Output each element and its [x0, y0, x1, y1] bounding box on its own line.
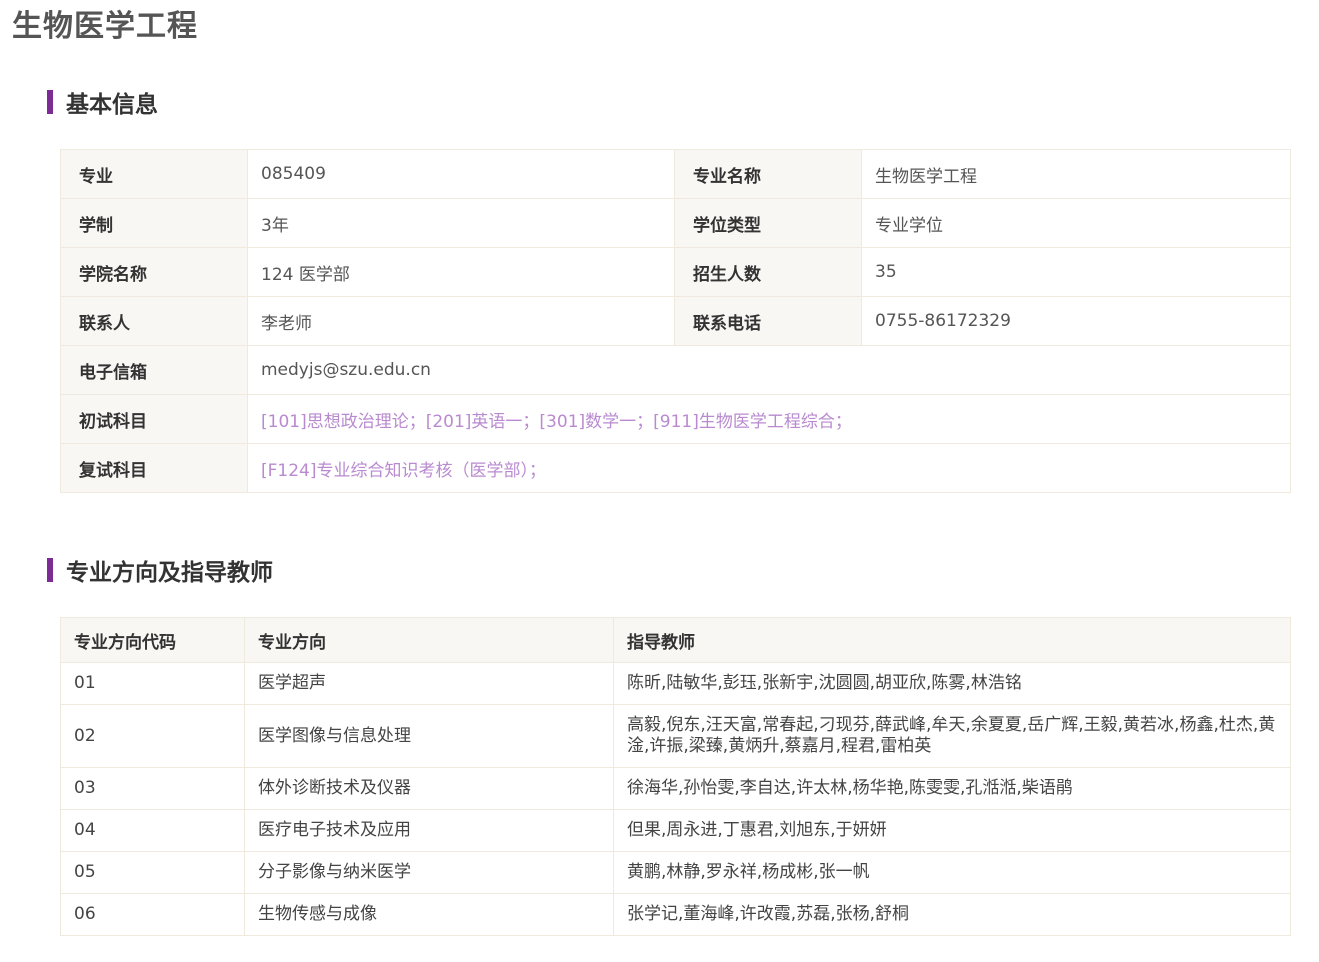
direction-advisors: 黄鹏,林静,罗永祥,杨成彬,张一帆: [613, 851, 1291, 894]
prelim-subjects-label: 初试科目: [60, 394, 248, 444]
direction-advisors: 陈昕,陆敏华,彭珏,张新宇,沈圆圆,胡亚欣,陈雾,林浩铭: [613, 662, 1291, 705]
email-label: 电子信箱: [60, 345, 248, 395]
direction-name: 医疗电子技术及应用: [244, 809, 614, 852]
direction-advisors: 张学记,董海峰,许改霞,苏磊,张杨,舒桐: [613, 893, 1291, 936]
header-advisors: 指导教师: [613, 617, 1291, 663]
direction-name: 医学超声: [244, 662, 614, 705]
section-title-basic-info: 基本信息: [47, 89, 158, 118]
section-title-directions: 专业方向及指导教师: [47, 557, 273, 586]
degree-type-label: 学位类型: [674, 198, 862, 248]
direction-advisors: 徐海华,孙怡雯,李自达,许太林,杨华艳,陈雯雯,孔湉湉,柴语鹃: [613, 767, 1291, 810]
direction-code: 04: [60, 809, 245, 852]
direction-name: 生物传感与成像: [244, 893, 614, 936]
header-direction-code: 专业方向代码: [60, 617, 245, 663]
table-row: 04 医疗电子技术及应用 但果,周永进,丁惠君,刘旭东,于妍妍: [60, 809, 1291, 852]
prelim-subjects-link[interactable]: [101]思想政治理论；[201]英语一；[301]数学一；[911]生物医学工…: [247, 394, 1291, 444]
table-row: 复试科目 [F124]专业综合知识考核（医学部）；: [60, 443, 1291, 493]
table-row: 学制 3年 学位类型 专业学位: [60, 198, 1291, 248]
page-title: 生物医学工程: [12, 9, 198, 44]
table-row: 03 体外诊断技术及仪器 徐海华,孙怡雯,李自达,许太林,杨华艳,陈雯雯,孔湉湉…: [60, 767, 1291, 810]
direction-code: 06: [60, 893, 245, 936]
retest-subjects-link[interactable]: [F124]专业综合知识考核（医学部）；: [247, 443, 1291, 493]
header-direction: 专业方向: [244, 617, 614, 663]
section-title-text: 专业方向及指导教师: [66, 560, 273, 586]
duration-label: 学制: [60, 198, 248, 248]
directions-table: 专业方向代码 专业方向 指导教师 01 医学超声 陈昕,陆敏华,彭珏,张新宇,沈…: [60, 617, 1291, 936]
major-name-label: 专业名称: [674, 149, 862, 199]
direction-code: 05: [60, 851, 245, 894]
phone-label: 联系电话: [674, 296, 862, 346]
major-name-value: 生物医学工程: [861, 149, 1291, 199]
table-row: 02 医学图像与信息处理 高毅,倪东,汪天富,常春起,刁现芬,薛武峰,牟天,余夏…: [60, 704, 1291, 768]
section-accent-bar: [47, 90, 53, 114]
direction-code: 03: [60, 767, 245, 810]
enrollment-label: 招生人数: [674, 247, 862, 297]
direction-name: 体外诊断技术及仪器: [244, 767, 614, 810]
contact-label: 联系人: [60, 296, 248, 346]
table-row: 06 生物传感与成像 张学记,董海峰,许改霞,苏磊,张杨,舒桐: [60, 893, 1291, 936]
table-header-row: 专业方向代码 专业方向 指导教师: [60, 617, 1291, 663]
phone-value: 0755-86172329: [861, 296, 1291, 346]
major-label: 专业: [60, 149, 248, 199]
contact-value: 李老师: [247, 296, 675, 346]
direction-name: 分子影像与纳米医学: [244, 851, 614, 894]
direction-name: 医学图像与信息处理: [244, 704, 614, 768]
direction-advisors: 高毅,倪东,汪天富,常春起,刁现芬,薛武峰,牟天,余夏夏,岳广辉,王毅,黄若冰,…: [613, 704, 1291, 768]
table-row: 专业 085409 专业名称 生物医学工程: [60, 149, 1291, 199]
major-value: 085409: [247, 149, 675, 199]
table-row: 初试科目 [101]思想政治理论；[201]英语一；[301]数学一；[911]…: [60, 394, 1291, 444]
table-row: 05 分子影像与纳米医学 黄鹏,林静,罗永祥,杨成彬,张一帆: [60, 851, 1291, 894]
table-row: 01 医学超声 陈昕,陆敏华,彭珏,张新宇,沈圆圆,胡亚欣,陈雾,林浩铭: [60, 662, 1291, 705]
direction-code: 02: [60, 704, 245, 768]
section-title-text: 基本信息: [66, 92, 158, 118]
email-value: medyjs@szu.edu.cn: [247, 345, 1291, 395]
degree-type-value: 专业学位: [861, 198, 1291, 248]
table-row: 学院名称 124 医学部 招生人数 35: [60, 247, 1291, 297]
section-accent-bar: [47, 558, 53, 582]
direction-advisors: 但果,周永进,丁惠君,刘旭东,于妍妍: [613, 809, 1291, 852]
college-value: 124 医学部: [247, 247, 675, 297]
retest-subjects-label: 复试科目: [60, 443, 248, 493]
basic-info-table: 专业 085409 专业名称 生物医学工程 学制 3年 学位类型 专业学位 学院…: [60, 149, 1291, 493]
table-row: 联系人 李老师 联系电话 0755-86172329: [60, 296, 1291, 346]
duration-value: 3年: [247, 198, 675, 248]
table-row: 电子信箱 medyjs@szu.edu.cn: [60, 345, 1291, 395]
college-label: 学院名称: [60, 247, 248, 297]
direction-code: 01: [60, 662, 245, 705]
enrollment-value: 35: [861, 247, 1291, 297]
